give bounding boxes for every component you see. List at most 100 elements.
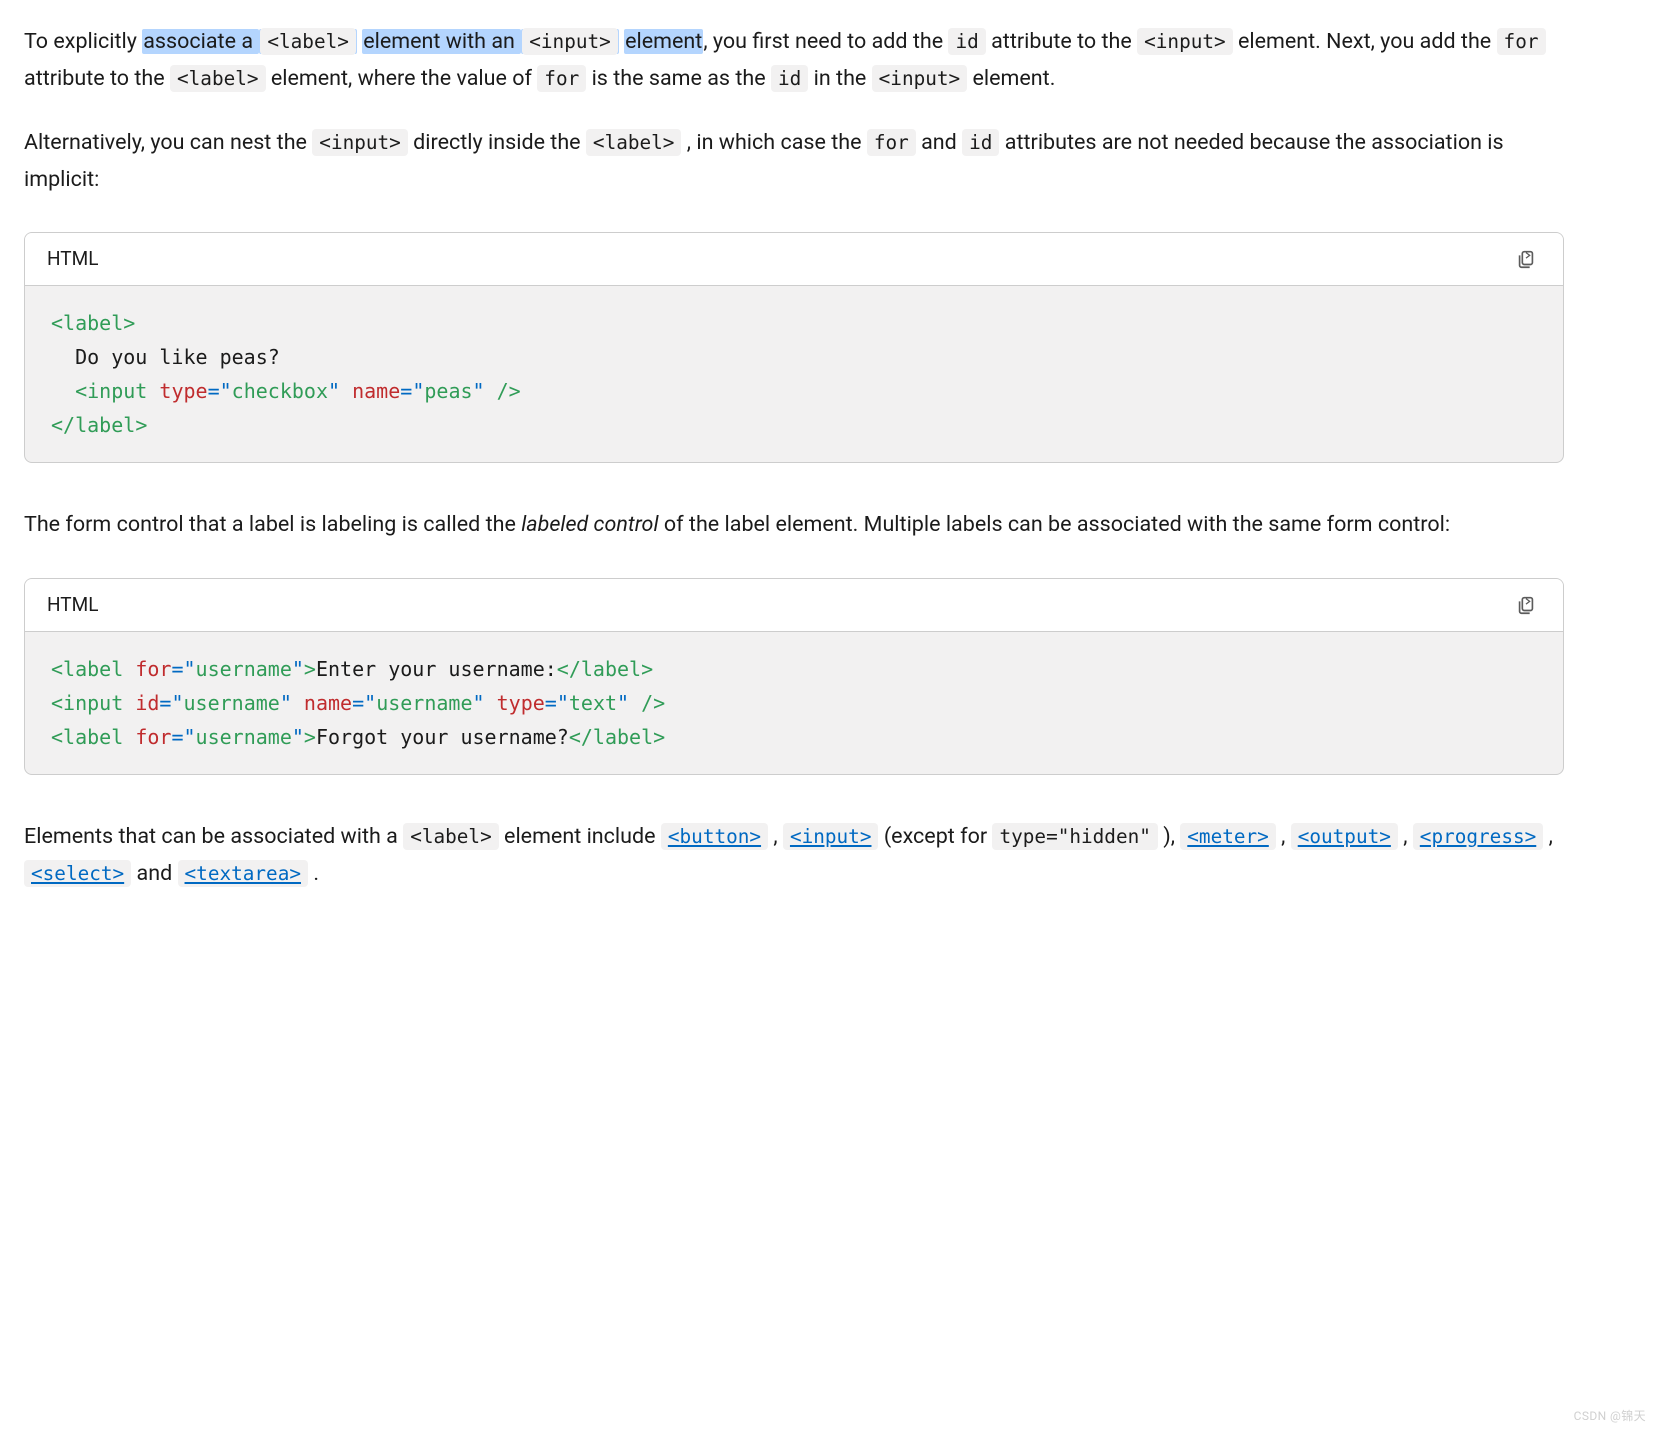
code-for: for xyxy=(867,129,916,156)
tok: name xyxy=(352,379,400,403)
tok: " xyxy=(171,691,183,715)
link-textarea-element[interactable]: <textarea> xyxy=(178,861,308,886)
text: and xyxy=(916,130,962,155)
code-label: <label> xyxy=(403,823,499,850)
code-label: <label> xyxy=(586,129,682,156)
tok xyxy=(51,379,75,403)
highlighted-text: associate a xyxy=(142,29,259,54)
tok: < xyxy=(51,691,63,715)
code-input: <input> xyxy=(783,823,879,850)
text: , in which case the xyxy=(681,130,866,155)
link-input-element[interactable]: <input> xyxy=(783,824,879,849)
text: (except for xyxy=(878,824,992,849)
tok: < xyxy=(51,657,63,681)
tok: username xyxy=(376,691,472,715)
copy-button[interactable] xyxy=(1511,244,1541,274)
clipboard-icon xyxy=(1515,594,1537,616)
tok: " xyxy=(473,379,485,403)
tok: name xyxy=(304,691,352,715)
tok: = xyxy=(208,379,220,403)
tok: = xyxy=(159,691,171,715)
tok: label xyxy=(593,725,653,749)
paragraph-3: The form control that a label is labelin… xyxy=(24,507,1564,544)
tok: for xyxy=(135,657,171,681)
tok: </ xyxy=(51,413,75,437)
tok: < xyxy=(75,379,87,403)
code-id: id xyxy=(962,129,999,156)
tok: for xyxy=(135,725,171,749)
clipboard-icon xyxy=(1515,248,1537,270)
link-progress-element[interactable]: <progress> xyxy=(1413,824,1543,849)
watermark: CSDN @锦天 xyxy=(1574,1406,1646,1426)
tok: " xyxy=(183,725,195,749)
tok: > xyxy=(123,311,135,335)
tok: > xyxy=(641,657,653,681)
code-progress: <progress> xyxy=(1413,823,1543,850)
text: element. Next, you add the xyxy=(1233,29,1497,54)
text: of the label element. Multiple labels ca… xyxy=(659,512,1451,537)
text: , xyxy=(768,824,783,849)
code-input: <input> xyxy=(522,28,618,55)
tok: < xyxy=(51,725,63,749)
tok: Forgot your username? xyxy=(316,725,569,749)
tok: " xyxy=(328,379,340,403)
link-meter-element[interactable]: <meter> xyxy=(1180,824,1276,849)
code-label: <label> xyxy=(260,28,356,55)
tok: = xyxy=(171,657,183,681)
text: element include xyxy=(499,824,661,849)
code-body: <label> Do you like peas? <input type="c… xyxy=(25,286,1563,462)
tok: < xyxy=(51,311,63,335)
tok: " xyxy=(473,691,485,715)
highlighted-code: <label> xyxy=(259,29,357,54)
text: ), xyxy=(1158,824,1180,849)
highlighted-code: <input> xyxy=(521,29,619,54)
text: Alternatively, you can nest the xyxy=(24,130,312,155)
tok xyxy=(340,379,352,403)
code-language-label: HTML xyxy=(47,243,98,275)
tok: > xyxy=(304,725,316,749)
code-header: HTML xyxy=(25,233,1563,286)
tok: > xyxy=(135,413,147,437)
text: The form control that a label is labelin… xyxy=(24,512,521,537)
tok: /> xyxy=(629,691,665,715)
highlighted-text: element xyxy=(624,29,703,54)
tok xyxy=(147,379,159,403)
code-textarea: <textarea> xyxy=(178,860,308,887)
tok: " xyxy=(183,657,195,681)
code-output: <output> xyxy=(1291,823,1398,850)
tok: = xyxy=(400,379,412,403)
tok: input xyxy=(87,379,147,403)
text: element, where the value of xyxy=(266,66,538,91)
code-id: id xyxy=(771,65,808,92)
copy-button[interactable] xyxy=(1511,590,1541,620)
tok: peas xyxy=(424,379,472,403)
tok: label xyxy=(63,725,123,749)
text: is the same as the xyxy=(586,66,771,91)
code-for: for xyxy=(537,65,586,92)
tok: " xyxy=(617,691,629,715)
text: To explicitly xyxy=(24,29,142,54)
tok: username xyxy=(184,691,280,715)
tok: type xyxy=(497,691,545,715)
tok: /> xyxy=(485,379,521,403)
tok: " xyxy=(557,691,569,715)
tok: input xyxy=(63,691,123,715)
link-output-element[interactable]: <output> xyxy=(1291,824,1398,849)
paragraph-1: To explicitly associate a <label> elemen… xyxy=(24,24,1564,97)
term-labeled-control: labeled control xyxy=(521,512,658,537)
link-button-element[interactable]: <button> xyxy=(661,824,768,849)
text: attribute to the xyxy=(24,66,170,91)
text: in the xyxy=(808,66,871,91)
tok: username xyxy=(196,657,292,681)
tok: label xyxy=(63,657,123,681)
tok: label xyxy=(75,413,135,437)
text: , you first need to add the xyxy=(703,29,948,54)
tok: </ xyxy=(569,725,593,749)
code-header: HTML xyxy=(25,579,1563,632)
tok: " xyxy=(292,725,304,749)
tok xyxy=(123,657,135,681)
tok: " xyxy=(280,691,292,715)
link-select-element[interactable]: <select> xyxy=(24,861,131,886)
code-example-2: HTML <label for="username">Enter your us… xyxy=(24,578,1564,775)
tok: > xyxy=(304,657,316,681)
